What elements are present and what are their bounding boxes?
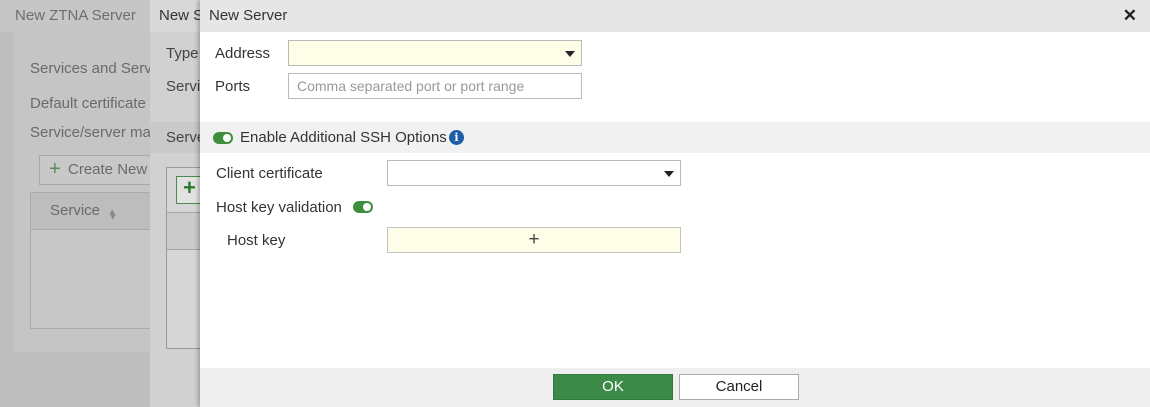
dialog-footer: OK Cancel — [200, 368, 1150, 407]
service-label: Servi — [166, 78, 201, 95]
column-header-service: Service ▲▲ — [50, 202, 119, 222]
type-label: Type — [166, 45, 199, 62]
address-select[interactable] — [288, 40, 582, 66]
cancel-button[interactable]: Cancel — [679, 374, 799, 400]
sort-icon: ▲▲ — [107, 207, 119, 222]
client-certificate-select[interactable] — [387, 160, 681, 186]
host-key-validation-toggle[interactable] — [353, 201, 373, 213]
ports-label: Ports — [215, 78, 251, 95]
add-host-key-button[interactable]: + — [387, 227, 681, 253]
services-and-servers-heading: Services and Serve — [30, 60, 161, 77]
host-key-label: Host key — [227, 232, 286, 249]
ztna-server-dialog-title: New ZTNA Server — [15, 7, 136, 24]
dialog-header: New Server ✕ — [200, 0, 1150, 32]
plus-icon: + — [183, 175, 196, 200]
info-icon[interactable]: i — [449, 130, 464, 145]
plus-icon: + — [528, 229, 540, 250]
host-key-validation-label: Host key validation — [216, 199, 342, 216]
new-server-dialog: New Server ✕ Address Ports Enable Additi… — [200, 0, 1150, 407]
chevron-down-icon — [664, 171, 674, 177]
new-service-dialog-title: New S — [159, 7, 204, 24]
close-icon[interactable]: ✕ — [1123, 6, 1137, 26]
address-label: Address — [215, 45, 271, 62]
chevron-down-icon — [565, 51, 575, 57]
client-certificate-label: Client certificate — [216, 165, 323, 182]
default-certificate-label: Default certificate — [30, 95, 146, 112]
dialog-title: New Server — [209, 7, 288, 24]
create-new-label: Create New — [68, 161, 148, 178]
ports-input[interactable] — [288, 73, 582, 99]
ssh-options-toggle[interactable] — [213, 132, 233, 144]
ssh-options-label: Enable Additional SSH Options — [240, 129, 447, 146]
ok-button[interactable]: OK — [553, 374, 673, 400]
service-mapping-label: Service/server map — [30, 124, 160, 141]
column-header-service-label: Service — [50, 202, 101, 219]
plus-icon: + — [49, 158, 61, 180]
ssh-options-section: Enable Additional SSH Options i — [200, 122, 1150, 153]
